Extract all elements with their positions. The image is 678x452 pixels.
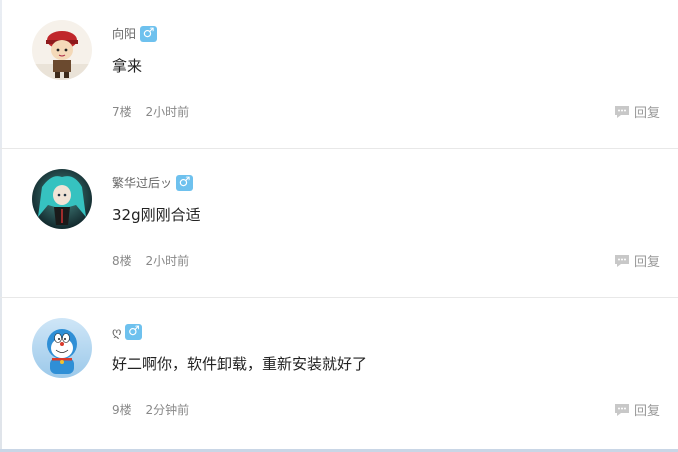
- speech-bubble-icon: [614, 254, 629, 267]
- avatar[interactable]: [32, 318, 92, 378]
- reply-content: 好二啊你，软件卸载，重新安装就好了: [112, 355, 368, 373]
- username[interactable]: 向阳: [112, 25, 136, 43]
- reply-label: 回复: [633, 106, 660, 121]
- floor-number: 9楼: [112, 403, 132, 417]
- reply-label: 回复: [633, 255, 660, 270]
- speech-bubble-icon: [614, 403, 629, 416]
- avatar[interactable]: [32, 169, 92, 229]
- reply-item: ღ ♂ 好二啊你，软件卸载，重新安装就好了 9楼 2分钟前 回复: [0, 298, 678, 448]
- male-icon: ♂: [125, 324, 143, 340]
- reply-meta: 9楼 2分钟前: [112, 401, 189, 419]
- speech-bubble-icon: [614, 105, 629, 118]
- reply-list: 向阳 ♂ 拿来 7楼 2小时前 回复 繁华过后ッ ♂ 32g刚刚合适 8楼 2小…: [0, 0, 678, 448]
- reply-label: 回复: [633, 404, 660, 419]
- reply-button[interactable]: 回复: [614, 400, 660, 419]
- username[interactable]: ღ: [112, 323, 121, 341]
- floor-number: 7楼: [112, 105, 132, 119]
- timestamp: 2小时前: [145, 105, 190, 119]
- timestamp: 2分钟前: [145, 403, 190, 417]
- male-icon: ♂: [176, 175, 194, 191]
- avatar[interactable]: [32, 20, 92, 80]
- reply-meta: 8楼 2小时前: [112, 252, 189, 270]
- reply-content: 拿来: [112, 57, 143, 75]
- reply-item: 向阳 ♂ 拿来 7楼 2小时前 回复: [0, 0, 678, 149]
- reply-content: 32g刚刚合适: [112, 206, 201, 224]
- reply-item: 繁华过后ッ ♂ 32g刚刚合适 8楼 2小时前 回复: [0, 149, 678, 298]
- timestamp: 2小时前: [145, 254, 190, 268]
- floor-number: 8楼: [112, 254, 132, 268]
- username[interactable]: 繁华过后ッ: [112, 174, 172, 192]
- reply-meta: 7楼 2小时前: [112, 103, 189, 121]
- male-icon: ♂: [140, 26, 158, 42]
- reply-button[interactable]: 回复: [614, 102, 660, 121]
- reply-button[interactable]: 回复: [614, 251, 660, 270]
